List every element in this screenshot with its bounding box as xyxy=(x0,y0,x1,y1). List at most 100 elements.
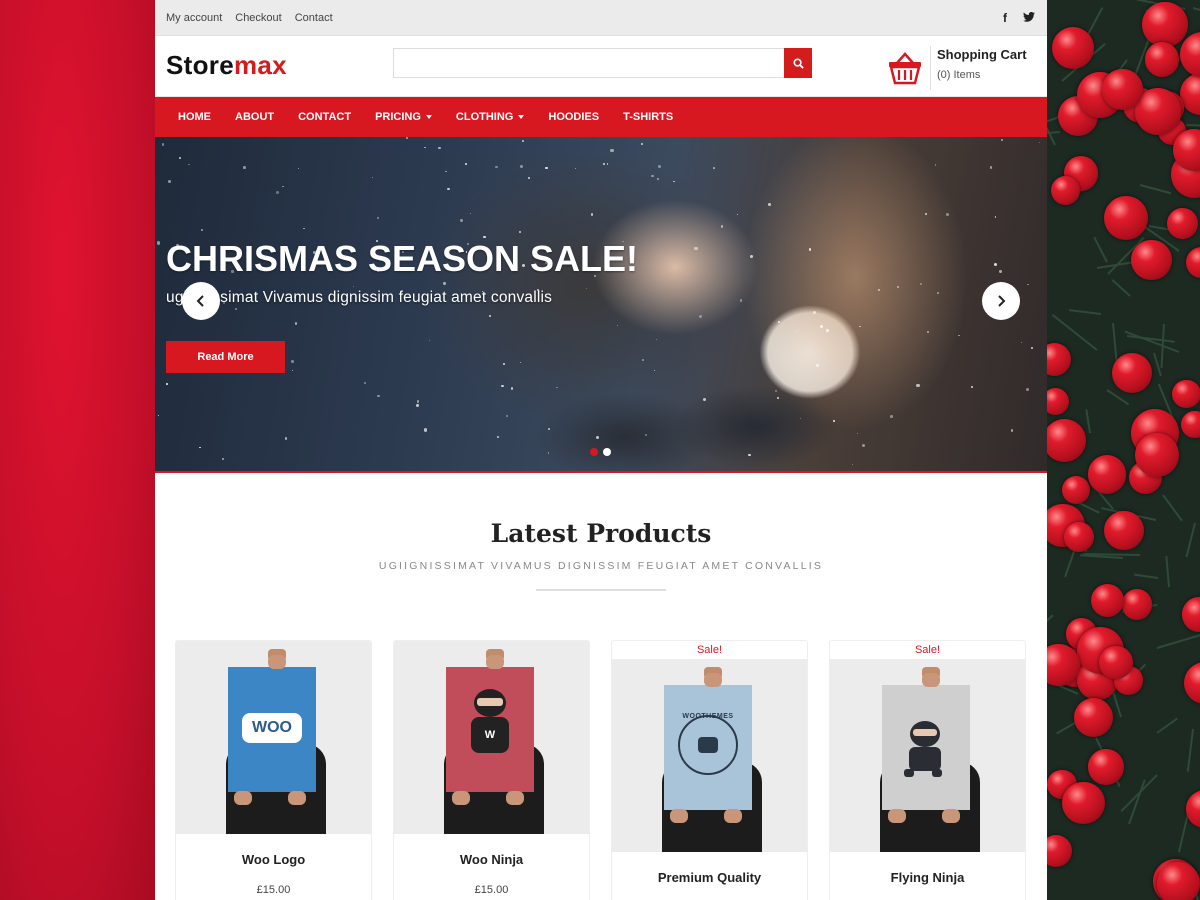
snowflake xyxy=(376,217,379,219)
shopping-cart[interactable]: Shopping Cart (0) Items xyxy=(887,42,1027,90)
nav-home[interactable]: HOME xyxy=(178,111,211,123)
pine-needle xyxy=(1111,279,1132,297)
snowflake xyxy=(989,166,992,169)
product-name[interactable]: Flying Ninja xyxy=(830,870,1025,885)
snowflake xyxy=(548,452,550,454)
chevron-down-icon xyxy=(518,115,525,119)
contact-link[interactable]: Contact xyxy=(295,12,333,24)
snowflake xyxy=(926,330,930,333)
pine-needle xyxy=(1161,494,1183,522)
snowflake xyxy=(377,394,380,397)
slider-prev-button[interactable] xyxy=(182,282,220,320)
poster-image: W xyxy=(446,667,534,792)
basket-icon xyxy=(889,52,921,85)
poster-text: W xyxy=(484,729,496,741)
product-price: £15.00 xyxy=(474,884,509,896)
snowflake xyxy=(890,415,893,418)
snowflake xyxy=(528,176,531,179)
nav-contact[interactable]: CONTACT xyxy=(298,111,351,123)
pine-needle xyxy=(1156,631,1200,649)
nav-about[interactable]: ABOUT xyxy=(235,111,274,123)
snowflake xyxy=(795,331,798,333)
product-image[interactable]: WOOTHEMES xyxy=(612,659,807,852)
checkout-link[interactable]: Checkout xyxy=(235,12,281,24)
snowflake xyxy=(424,146,426,149)
snowflake xyxy=(819,325,823,329)
berry xyxy=(1047,418,1087,462)
main-nav: HOME ABOUT CONTACT PRICING CLOTHING HOOD… xyxy=(155,97,1047,137)
snowflake xyxy=(775,389,778,392)
poster-image: WOO xyxy=(228,667,316,792)
nav-clothing[interactable]: CLOTHING xyxy=(456,111,525,123)
snowflake xyxy=(423,428,428,432)
slider-dot-1[interactable] xyxy=(590,448,598,456)
snowflake xyxy=(698,315,702,319)
berry xyxy=(1142,1,1188,48)
snowflake xyxy=(297,168,300,170)
snowflake xyxy=(934,164,936,166)
poster-text: WOO xyxy=(252,719,292,736)
logo[interactable]: Storemax xyxy=(166,50,287,81)
snowflake xyxy=(971,385,974,388)
snowflake xyxy=(556,386,558,389)
header: Storemax Shopping Cart (0) Items xyxy=(155,36,1047,97)
product-image[interactable]: WOO xyxy=(176,641,371,834)
search-button[interactable] xyxy=(784,48,812,78)
snowflake xyxy=(924,212,928,216)
snowflake xyxy=(294,321,298,325)
product-name[interactable]: Woo Logo xyxy=(176,852,371,867)
snowflake xyxy=(372,177,374,179)
pine-needle xyxy=(1092,236,1108,263)
snowflake xyxy=(353,285,355,287)
product-image[interactable] xyxy=(830,659,1025,852)
snowflake xyxy=(488,315,491,318)
poster-image: WOOTHEMES xyxy=(664,685,752,810)
berry xyxy=(1047,387,1070,416)
snowflake xyxy=(495,165,498,169)
product-card[interactable]: WOO Woo Logo £15.00 xyxy=(175,640,372,900)
pine-needle xyxy=(1192,6,1200,24)
snowflake xyxy=(603,162,606,166)
snowflake xyxy=(999,270,1003,274)
product-card[interactable]: W Woo Ninja £15.00 xyxy=(393,640,590,900)
snowflake xyxy=(521,139,525,142)
snowflake xyxy=(519,361,521,363)
snowflake xyxy=(712,167,715,170)
snowflake xyxy=(958,334,961,337)
product-image[interactable]: W xyxy=(394,641,589,834)
slider-dot-2[interactable] xyxy=(603,448,611,456)
pine-needle xyxy=(1186,729,1194,772)
poster-image xyxy=(882,685,970,810)
product-card[interactable]: Sale! WOOTHEMES Premium Quality xyxy=(611,640,808,900)
berry xyxy=(1144,41,1180,77)
twitter-icon[interactable] xyxy=(1023,11,1035,25)
berry xyxy=(1088,455,1127,494)
facebook-icon[interactable]: f xyxy=(1003,11,1007,25)
snowflake xyxy=(188,163,190,166)
nav-pricing[interactable]: PRICING xyxy=(375,111,432,123)
search-input[interactable] xyxy=(394,49,784,77)
product-name[interactable]: Premium Quality xyxy=(612,870,807,885)
product-name[interactable]: Woo Ninja xyxy=(394,852,589,867)
chevron-left-icon xyxy=(196,295,204,307)
snowflake xyxy=(1001,139,1004,141)
snowflake xyxy=(167,179,171,183)
section-title: Latest Products xyxy=(490,519,712,548)
snowflake xyxy=(703,397,707,402)
section-subtitle: UGIIGNISSIMAT VIVAMUS DIGNISSIM FEUGIAT … xyxy=(378,560,824,572)
my-account-link[interactable]: My account xyxy=(166,12,222,24)
snowflake xyxy=(673,180,675,183)
hero-slider: CHRISMAS SEASON SALE! ugiignissimat Viva… xyxy=(155,137,1047,473)
berry xyxy=(1090,583,1124,618)
snowflake xyxy=(651,175,654,178)
product-grid: WOO Woo Logo £15.00 W Woo Ninja £15.00 S… xyxy=(175,640,1027,900)
read-more-button[interactable]: Read More xyxy=(166,341,285,373)
slider-next-button[interactable] xyxy=(982,282,1020,320)
snowflake xyxy=(720,225,724,229)
snowflake xyxy=(749,254,753,259)
product-card[interactable]: Sale! Flying Ninja xyxy=(829,640,1026,900)
nav-tshirts[interactable]: T-SHIRTS xyxy=(623,111,673,123)
pine-needle xyxy=(1120,774,1159,813)
snowflake xyxy=(464,163,467,166)
nav-hoodies[interactable]: HOODIES xyxy=(548,111,599,123)
